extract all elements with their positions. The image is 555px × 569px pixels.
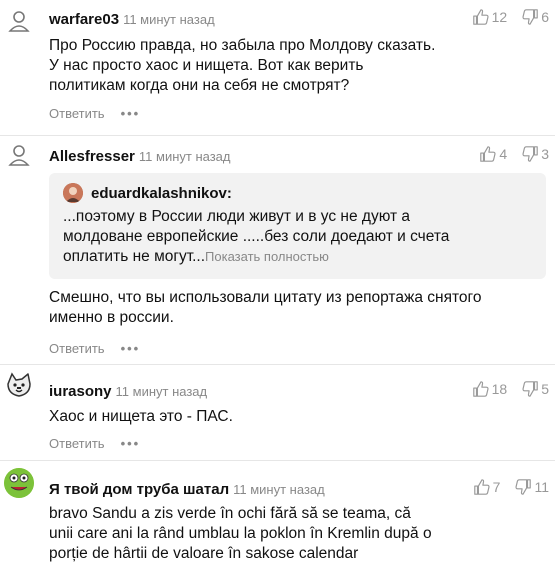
show-more-link[interactable]: Показать полностью xyxy=(205,249,329,264)
avatar[interactable] xyxy=(4,140,34,170)
vote-controls: 7 11 xyxy=(459,478,549,496)
like-button[interactable]: 7 xyxy=(473,478,501,496)
quote-block: eduardkalashnikov: ...поэтому в России л… xyxy=(49,173,546,279)
reply-button[interactable]: Ответить xyxy=(49,436,105,451)
reply-button[interactable]: Ответить xyxy=(49,341,105,356)
avatar xyxy=(63,183,83,203)
comment-time: 11 минут назад xyxy=(115,384,208,399)
avatar[interactable] xyxy=(4,370,34,400)
user-icon xyxy=(8,145,30,166)
thumb-down-icon xyxy=(515,479,532,495)
author-name[interactable]: iurasony xyxy=(49,383,112,400)
comment-time: 11 минут назад xyxy=(138,149,231,164)
dislike-button[interactable]: 11 xyxy=(514,478,549,496)
author-name[interactable]: Я твой дом труба шатал xyxy=(49,481,229,498)
comment-author[interactable]: iurasony 11 минут назад xyxy=(49,383,207,400)
comment-actions: Ответить ••• xyxy=(49,436,140,451)
vote-controls: 4 3 xyxy=(465,145,549,163)
author-name[interactable]: Allesfresser xyxy=(49,148,135,165)
divider xyxy=(0,135,555,136)
dislike-count: 11 xyxy=(534,479,549,495)
comment-author[interactable]: Я твой дом труба шатал 11 минут назад xyxy=(49,481,325,498)
like-button[interactable]: 18 xyxy=(472,380,508,398)
frog-avatar-icon xyxy=(4,468,34,498)
comment-time: 11 минут назад xyxy=(123,12,215,27)
comment: Я твой дом труба шатал 11 минут назад 7 1… xyxy=(0,466,555,569)
thumb-up-icon xyxy=(472,9,489,25)
avatar[interactable] xyxy=(4,6,34,36)
comment-author[interactable]: warfare03 11 минут назад xyxy=(49,11,215,28)
like-count: 4 xyxy=(499,146,508,162)
like-button[interactable]: 4 xyxy=(479,145,507,163)
dislike-count: 6 xyxy=(541,9,549,25)
comment-actions: Ответить ••• xyxy=(49,106,140,121)
thumb-up-icon xyxy=(473,479,490,495)
dislike-button[interactable]: 6 xyxy=(521,8,549,26)
quote-author[interactable]: eduardkalashnikov: xyxy=(91,185,232,202)
divider xyxy=(0,364,555,365)
quote-header: eduardkalashnikov: xyxy=(63,183,232,203)
dislike-button[interactable]: 5 xyxy=(521,380,549,398)
thumb-up-icon xyxy=(480,146,496,162)
reply-button[interactable]: Ответить xyxy=(49,106,105,121)
like-count: 18 xyxy=(491,381,508,397)
more-dots-icon[interactable]: ••• xyxy=(121,436,141,451)
author-name[interactable]: warfare03 xyxy=(49,11,119,28)
like-count: 7 xyxy=(492,479,501,495)
vote-controls: 12 6 xyxy=(458,8,549,26)
avatar[interactable] xyxy=(4,468,34,498)
comment: iurasony 11 минут назад 18 5 Хаос и нищет… xyxy=(0,370,555,460)
comment: Allesfresser 11 минут назад 4 3 eduardkal… xyxy=(0,140,555,360)
quote-text: ...поэтому в России люди живут и в ус не… xyxy=(63,207,534,267)
comment-text: bravo Sandu a zis verde în ochi fără să … xyxy=(49,505,432,562)
divider xyxy=(0,460,555,461)
like-button[interactable]: 12 xyxy=(472,8,508,26)
thumb-down-icon xyxy=(522,381,538,397)
thumb-down-icon xyxy=(522,9,538,25)
comment-text: Хаос и нищета это - ПАС. xyxy=(49,408,233,425)
vote-controls: 18 5 xyxy=(458,380,549,398)
more-dots-icon[interactable]: ••• xyxy=(121,106,141,121)
thumb-down-icon xyxy=(522,146,538,162)
comment: warfare03 11 минут назад 12 6 Про Россию … xyxy=(0,0,555,128)
dislike-count: 5 xyxy=(541,381,549,397)
comment-actions: Ответить ••• xyxy=(49,341,140,356)
comment-text: Про Россию правда, но забыла про Молдову… xyxy=(49,37,436,94)
dislike-count: 3 xyxy=(541,146,549,162)
more-dots-icon[interactable]: ••• xyxy=(121,341,141,356)
user-photo-icon xyxy=(63,183,83,203)
like-count: 12 xyxy=(491,9,508,25)
comment-text: Смешно, что вы использовали цитату из ре… xyxy=(49,289,482,326)
dog-avatar-icon xyxy=(7,372,31,397)
thumb-up-icon xyxy=(472,381,489,397)
dislike-button[interactable]: 3 xyxy=(521,145,549,163)
comment-author[interactable]: Allesfresser 11 минут назад xyxy=(49,148,231,165)
comment-time: 11 минут назад xyxy=(233,482,325,497)
user-icon xyxy=(8,11,30,32)
